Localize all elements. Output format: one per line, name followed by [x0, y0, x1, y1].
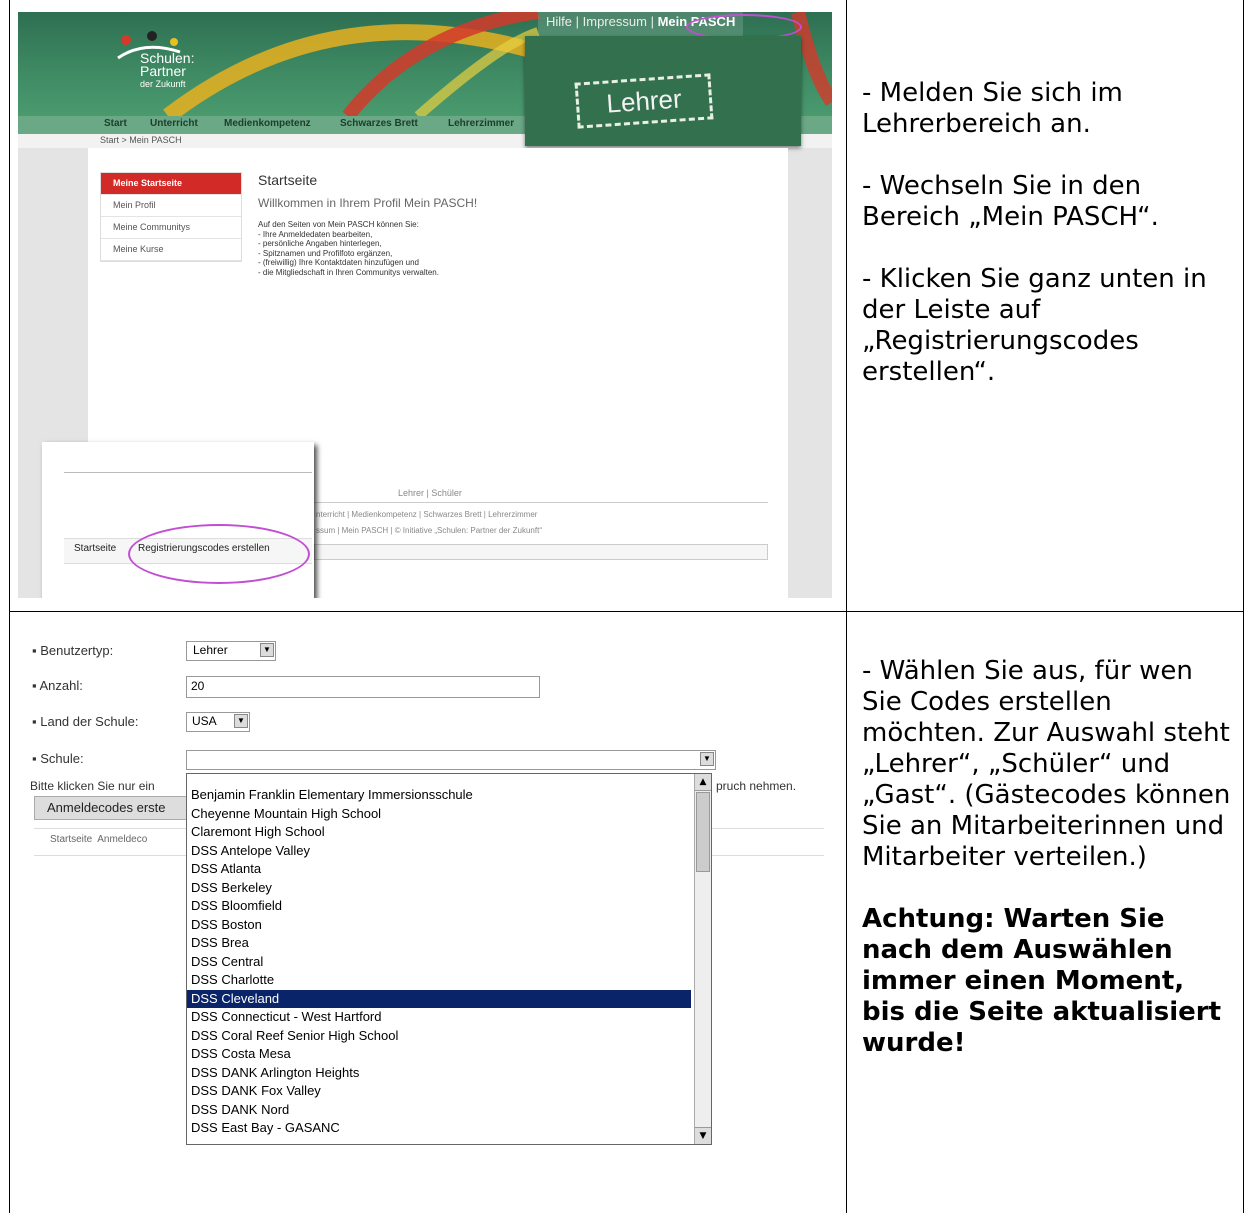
school-option[interactable]: Claremont High School [187, 823, 691, 842]
school-option[interactable]: DSS Brea [187, 934, 691, 953]
school-option[interactable]: DSS Costa Mesa [187, 1045, 691, 1064]
hint-text-right: pruch nehmen. [716, 779, 797, 793]
label-benutzertyp-text: Benutzertyp: [40, 643, 114, 658]
anmeldecodes-button-label: Anmeldecodes erste [47, 800, 166, 815]
footer-roles: Lehrer | Schüler [398, 488, 462, 498]
school-option[interactable]: DSS East Bay - GASANC [187, 1119, 691, 1138]
bullet-item: - Spitznamen und Profilfoto ergänzen, [258, 248, 393, 258]
footer-legal: ssum | Mein PASCH | © Initiative „Schule… [316, 526, 542, 535]
nav-medienkompetenz[interactable]: Medienkompetenz [224, 118, 311, 129]
label-anzahl: ▪ Anzahl: [32, 678, 83, 693]
select-land[interactable]: USA ▼ [186, 712, 250, 732]
label-land-text: Land der Schule: [40, 714, 139, 729]
school-option[interactable]: DSS Antelope Valley [187, 842, 691, 861]
instruction-step2: - Wechseln Sie in den Bereich „Mein PASC… [862, 171, 1159, 232]
input-anzahl[interactable]: 20 [186, 676, 540, 698]
school-option[interactable]: DSS DANK Fox Valley [187, 1082, 691, 1101]
logo-line3: der Zukunft [140, 79, 186, 89]
instruction-warning: Achtung: Warten Sie nach dem Auswählen i… [862, 904, 1222, 1058]
dropdown-scrollbar[interactable]: ▲ ▼ [694, 774, 711, 1144]
scroll-thumb[interactable] [696, 792, 710, 872]
nav-unterricht[interactable]: Unterricht [150, 118, 198, 129]
welcome-text: Willkommen in Ihrem Profil Mein PASCH! [258, 196, 478, 210]
highlight-registrierungscodes [128, 524, 310, 584]
menu-mein-profil[interactable]: Mein Profil [101, 195, 241, 217]
bottom-bar-links: Startseite Anmeldeco [50, 834, 148, 845]
top-links-sep: | [650, 14, 658, 29]
chevron-down-icon[interactable]: ▼ [260, 643, 274, 657]
school-option[interactable]: DSS DANK Arlington Heights [187, 1064, 691, 1083]
school-option[interactable]: DSS DANK Nord [187, 1101, 691, 1120]
school-option[interactable]: DSS Charlotte [187, 971, 691, 990]
school-options: Benjamin Franklin Elementary Immersionss… [187, 786, 711, 1138]
bullet-item: - die Mitgliedschaft in Ihren Communitys… [258, 267, 439, 277]
intro-block: Auf den Seiten von Mein PASCH können Sie… [258, 220, 439, 277]
nav-start[interactable]: Start [104, 118, 127, 129]
footer-box [314, 544, 768, 560]
top-links-sep: | [575, 14, 583, 29]
footer-line-top [314, 502, 768, 503]
school-option[interactable]: DSS Coral Reef Senior High School [187, 1027, 691, 1046]
intro-text: Auf den Seiten von Mein PASCH können Sie… [258, 220, 419, 229]
menu-meine-startseite[interactable]: Meine Startseite [101, 173, 241, 195]
school-option[interactable]: DSS Central [187, 953, 691, 972]
menu-meine-communitys[interactable]: Meine Communitys [101, 217, 241, 239]
instructions-step1-3: - Melden Sie sich im Lehrerbereich an. -… [862, 78, 1232, 419]
footer-nav: nterricht | Medienkompetenz | Schwarzes … [316, 510, 538, 519]
instructions-step4: - Wählen Sie aus, für wen Sie Codes erst… [862, 656, 1234, 1090]
bullet-item: - persönliche Angaben hinterlegen, [258, 239, 382, 248]
anzahl-value: 20 [191, 679, 205, 693]
label-anzahl-text: Anzahl: [39, 678, 83, 693]
label-land: ▪ Land der Schule: [32, 714, 139, 729]
school-option[interactable]: Cheyenne Mountain High School [187, 805, 691, 824]
logo-text: Schulen: Partner der Zukunft [140, 51, 194, 91]
table-border-left [9, 0, 10, 1213]
land-value: USA [192, 714, 217, 728]
select-benutzertyp[interactable]: Lehrer ▼ [186, 641, 276, 661]
instruction-step1: - Melden Sie sich im Lehrerbereich an. [862, 78, 1123, 139]
school-option[interactable]: DSS Cleveland [187, 989, 691, 1008]
school-option[interactable]: Benjamin Franklin Elementary Immersionss… [187, 786, 691, 805]
link-impressum[interactable]: Impressum [583, 14, 647, 29]
popup-divider [64, 472, 312, 473]
popup-startseite-button[interactable]: Startseite [74, 543, 116, 554]
school-option[interactable]: DSS Bloomfield [187, 897, 691, 916]
schule-dropdown-list[interactable]: Benjamin Franklin Elementary Immersionss… [186, 773, 712, 1145]
menu-meine-kurse[interactable]: Meine Kurse [101, 239, 241, 261]
select-schule[interactable]: ▼ [186, 750, 716, 770]
profile-menu: Meine Startseite Mein Profil Meine Commu… [100, 172, 242, 262]
school-option[interactable]: DSS Boston [187, 916, 691, 935]
bullet-item: - (freiwillig) Ihre Kontaktdaten hinzufü… [258, 258, 419, 267]
scroll-down-icon[interactable]: ▼ [695, 1127, 711, 1144]
lehrer-stamp: Lehrer [574, 73, 714, 129]
hint-text-left: Bitte klicken Sie nur ein [30, 779, 155, 793]
instruction-step4: - Wählen Sie aus, für wen Sie Codes erst… [862, 656, 1231, 872]
link-hilfe[interactable]: Hilfe [546, 14, 572, 29]
table-row-divider [9, 611, 1244, 612]
breadcrumb-text: Start > Mein PASCH [100, 135, 182, 145]
bullet-item: - Ihre Anmeldedaten bearbeiten, [258, 229, 373, 239]
nav-lehrerzimmer[interactable]: Lehrerzimmer [448, 118, 514, 129]
chevron-down-icon[interactable]: ▼ [234, 714, 248, 728]
label-schule-text: Schule: [40, 751, 84, 766]
benutzertyp-value: Lehrer [193, 643, 228, 657]
screenshot-mein-pasch: Schulen: Partner der Zukunft Hilfe | Imp… [18, 12, 832, 598]
school-option[interactable]: DSS Atlanta [187, 860, 691, 879]
label-benutzertyp: ▪ Benutzertyp: [32, 643, 114, 658]
table-border-mid [846, 0, 847, 1213]
chevron-down-icon[interactable]: ▼ [700, 752, 714, 766]
anmeldecodes-button[interactable]: Anmeldecodes erste [34, 796, 196, 820]
school-option[interactable]: DSS Berkeley [187, 879, 691, 898]
instruction-step3: - Klicken Sie ganz unten in der Leiste a… [862, 264, 1207, 387]
scroll-up-icon[interactable]: ▲ [695, 774, 711, 791]
label-schule: ▪ Schule: [32, 751, 84, 766]
list-top-spacer [187, 774, 711, 786]
nav-schwarzes-brett[interactable]: Schwarzes Brett [340, 118, 418, 129]
page-title: Startseite [258, 172, 318, 188]
logo-line2: Partner [140, 63, 186, 79]
school-option[interactable]: DSS Connecticut - West Hartford [187, 1008, 691, 1027]
